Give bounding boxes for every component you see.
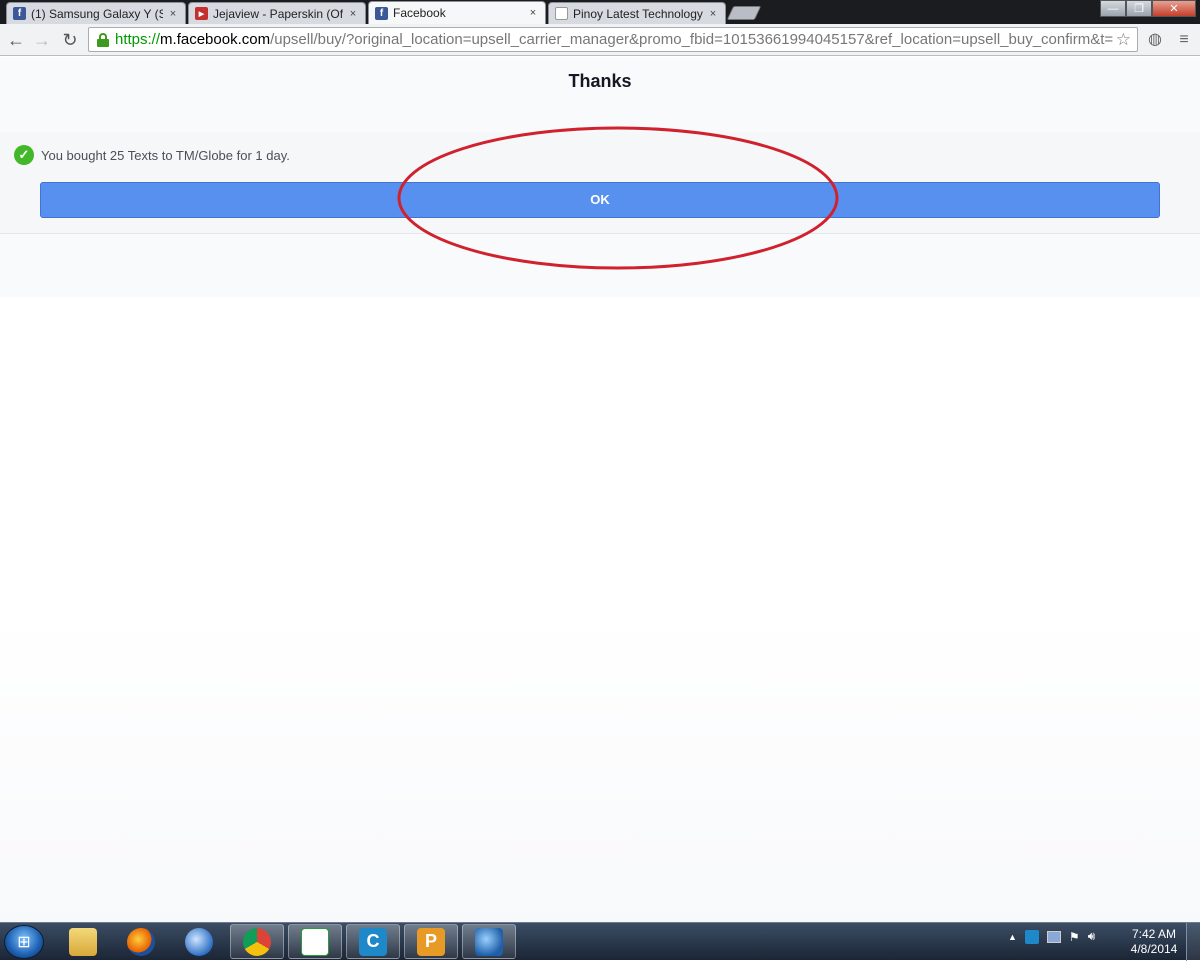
url-host: m.facebook.com: [160, 31, 271, 48]
tab-title: Pinoy Latest Technology R: [573, 6, 703, 21]
tab-facebook[interactable]: f Facebook ×: [368, 1, 546, 24]
window-controls: — ❐ ✕: [1100, 0, 1196, 17]
clock-time: 7:42 AM: [1131, 927, 1177, 941]
globe-icon: [185, 927, 213, 956]
tab-pinoy-tech[interactable]: Pinoy Latest Technology R ×: [548, 2, 726, 24]
network-icon: [475, 927, 503, 956]
minimize-icon[interactable]: —: [1100, 0, 1126, 17]
annotation-ellipse: [397, 126, 839, 270]
tab-jejaview[interactable]: ▶ Jejaview - Paperskin (Offic ×: [188, 2, 366, 24]
firefox-icon: [127, 927, 155, 956]
pinoy-tech-icon: [555, 7, 568, 20]
monitor-tray-icon[interactable]: [1046, 930, 1061, 943]
back-icon[interactable]: ←: [6, 30, 26, 50]
maximize-icon[interactable]: ❐: [1126, 0, 1152, 17]
tab-close-icon[interactable]: ×: [527, 7, 539, 19]
taskbar: ⊞ C P ▲ ⚑ 🔊︎ 7:42 AM 4/8/2014: [0, 922, 1200, 961]
check-icon: ✓: [14, 145, 34, 165]
tab-title: Jejaview - Paperskin (Offic: [213, 6, 343, 21]
extension-globe-icon[interactable]: ◍: [1145, 30, 1165, 50]
firefox-taskbar-button[interactable]: [114, 924, 168, 959]
reload-icon[interactable]: ↻: [60, 30, 80, 50]
page-content: Thanks ✓ You bought 25 Texts to TM/Globe…: [0, 57, 1200, 922]
tab-close-icon[interactable]: ×: [167, 8, 179, 20]
chrome-taskbar-button[interactable]: [230, 924, 284, 959]
page-background: [0, 297, 1200, 922]
c-tray-icon[interactable]: [1024, 929, 1039, 944]
page-title: Thanks: [568, 71, 632, 91]
tab-title: (1) Samsung Galaxy Y (S53: [31, 6, 163, 21]
facebook-icon: f: [13, 7, 26, 20]
confirmation-text: You bought 25 Texts to TM/Globe for 1 da…: [41, 147, 290, 163]
address-bar[interactable]: https:// m.facebook.com /upsell/buy/?ori…: [88, 27, 1138, 52]
confirmation-message: ✓ You bought 25 Texts to TM/Globe for 1 …: [14, 145, 290, 165]
new-tab-button[interactable]: [726, 6, 762, 20]
start-button[interactable]: ⊞: [4, 925, 44, 959]
clock[interactable]: 7:42 AM 4/8/2014: [1128, 927, 1180, 957]
show-hidden-icons-icon[interactable]: ▲: [1008, 932, 1017, 942]
lock-icon: [97, 32, 109, 47]
forward-icon[interactable]: →: [32, 30, 52, 50]
p-app-icon: P: [417, 927, 445, 956]
browser-toolbar: ← → ↻ https:// m.facebook.com /upsell/bu…: [0, 24, 1200, 56]
url-scheme: https://: [115, 31, 161, 48]
chrome-icon: [243, 927, 271, 956]
tab-close-icon[interactable]: ×: [707, 8, 719, 20]
system-tray: ▲ ⚑ 🔊︎: [1008, 929, 1095, 944]
tab-strip: f (1) Samsung Galaxy Y (S53 × ▶ Jejaview…: [0, 0, 1200, 24]
youtube-icon: ▶: [195, 7, 208, 20]
p-app-taskbar-button[interactable]: P: [404, 924, 458, 959]
explorer-taskbar-button[interactable]: [56, 924, 110, 959]
c-app-taskbar-button[interactable]: C: [346, 924, 400, 959]
menu-icon[interactable]: ≡: [1174, 30, 1194, 50]
clock-date: 4/8/2014: [1130, 942, 1178, 956]
network-taskbar-button[interactable]: [172, 924, 226, 959]
url-path: /upsell/buy/?original_location=upsell_ca…: [270, 31, 1114, 48]
close-window-icon[interactable]: ✕: [1152, 0, 1196, 17]
c-app-icon: C: [359, 927, 387, 956]
app-icon: [301, 927, 329, 956]
volume-icon[interactable]: 🔊︎: [1088, 929, 1096, 944]
tab-title: Facebook: [393, 6, 446, 20]
pinoy-app-taskbar-button[interactable]: [288, 924, 342, 959]
facebook-icon: f: [375, 6, 388, 20]
tab-samsung-galaxy[interactable]: f (1) Samsung Galaxy Y (S53 ×: [6, 2, 186, 24]
bookmark-star-icon[interactable]: ☆: [1116, 30, 1131, 50]
show-desktop-button[interactable]: [1186, 923, 1200, 961]
folder-icon: [69, 927, 97, 956]
network-app-taskbar-button[interactable]: [462, 924, 516, 959]
tab-close-icon[interactable]: ×: [347, 8, 359, 20]
flag-tray-icon[interactable]: ⚑: [1069, 930, 1080, 944]
